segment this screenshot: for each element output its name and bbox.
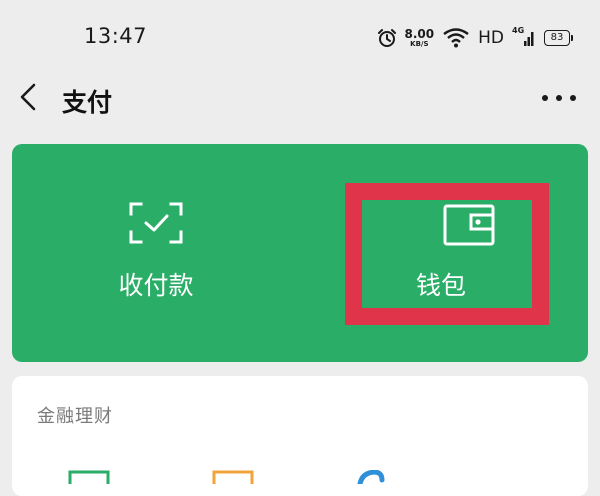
more-dot-icon (570, 95, 576, 101)
chevron-left-icon (20, 83, 36, 111)
more-dot-icon (556, 95, 562, 101)
net-speed-unit: KB/S (410, 40, 429, 48)
receive-pay-button[interactable]: 收付款 (12, 144, 300, 362)
net-speed: 8.00 KB/S (405, 28, 435, 48)
more-options-button[interactable] (542, 84, 576, 112)
page-title: 支付 (62, 88, 113, 117)
finance-section-title: 金融理财 (37, 406, 113, 427)
wifi-icon (442, 28, 470, 48)
alarm-icon (377, 28, 397, 48)
status-icons: 8.00 KB/S HD 4G 83 (377, 24, 573, 52)
hd-label: HD (478, 28, 504, 48)
net-speed-value: 8.00 (404, 27, 435, 41)
status-bar: 13:47 8.00 KB/S HD 4G 83 (0, 0, 600, 70)
more-dot-icon (542, 95, 548, 101)
signal-icon: 4G (512, 26, 536, 48)
receive-pay-label: 收付款 (118, 271, 194, 300)
wallet-highlight-box (345, 183, 549, 325)
finance-section: 金融理财 (12, 376, 588, 496)
battery-indicator: 83 (544, 30, 573, 46)
scan-check-icon (129, 202, 183, 248)
nav-bar: 支付 (0, 70, 600, 126)
status-time: 13:47 (84, 24, 148, 48)
back-button[interactable] (14, 76, 48, 116)
